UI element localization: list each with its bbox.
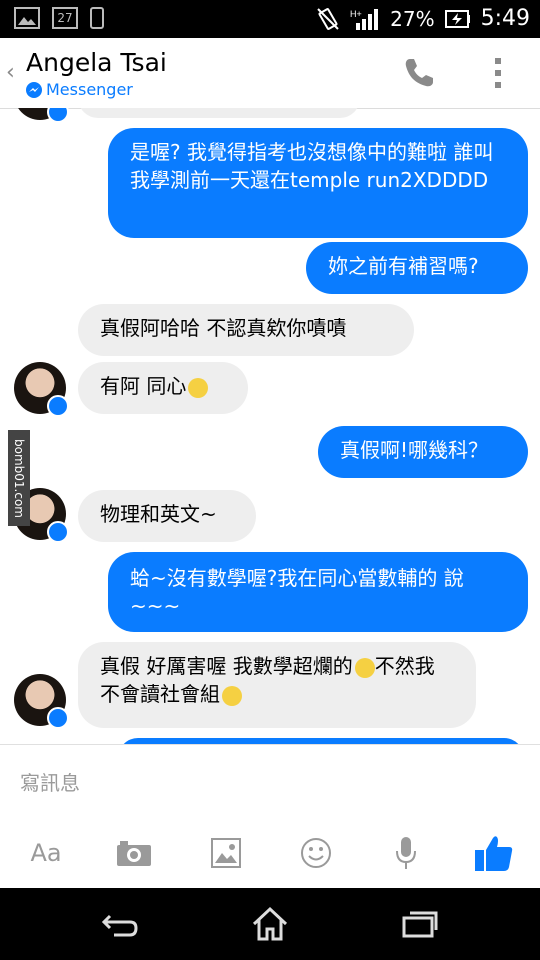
contact-avatar[interactable] <box>14 674 69 729</box>
messenger-label: Messenger <box>26 80 133 99</box>
composer: 寫訊息 Aa <box>0 744 540 889</box>
camera-icon <box>117 841 151 866</box>
status-right: H+ 27% 5:49 <box>316 6 530 31</box>
message-bubble-outgoing[interactable]: 是喔? 我覺得指考也沒想像中的難啦 誰叫我學測前一天還在temple run2X… <box>108 128 528 238</box>
thumbs-up-icon <box>475 836 513 871</box>
message-bubble-outgoing[interactable]: 妳之前有補習嗎? <box>306 242 528 294</box>
microphone-button[interactable] <box>386 833 426 873</box>
clock: 5:49 <box>480 6 530 31</box>
sad-emoji-icon <box>222 685 242 706</box>
composer-toolbar: Aa <box>0 833 540 873</box>
tears-of-joy-emoji-icon <box>354 657 375 678</box>
svg-text:H+: H+ <box>350 9 362 19</box>
status-bar: 27 H+ 27% 5:49 <box>0 0 540 38</box>
photo-notification-icon <box>14 7 40 29</box>
calendar-notification-count: 27 <box>57 11 73 25</box>
gallery-button[interactable] <box>206 833 246 873</box>
message-text: 真假 好厲害喔 我數學超爛的 <box>100 654 353 678</box>
messenger-badge-icon <box>47 707 69 729</box>
site-watermark: bomb01.com <box>8 430 30 526</box>
device-icon <box>90 7 104 29</box>
messenger-badge-icon <box>47 395 69 417</box>
system-nav-bar <box>0 888 540 960</box>
overflow-menu-icon[interactable] <box>492 56 504 90</box>
message-bubble-incoming-partial <box>78 108 360 118</box>
text-format-button[interactable]: Aa <box>26 833 66 873</box>
recents-nav-icon[interactable] <box>402 910 438 938</box>
text-format-label: Aa <box>30 839 62 867</box>
calendar-notification-icon: 27 <box>52 7 78 29</box>
conversation-header: ‹ Angela Tsai Messenger <box>0 38 540 109</box>
battery-charging-icon <box>444 9 470 28</box>
emoji-button[interactable] <box>296 833 336 873</box>
like-button[interactable] <box>472 833 516 873</box>
microphone-icon <box>396 837 416 869</box>
contact-name: Angela Tsai <box>26 48 167 77</box>
message-bubble-outgoing[interactable]: 蛤~沒有數學喔?我在同心當數輔的 說~~~ <box>108 552 528 632</box>
emoji-icon <box>301 838 331 868</box>
signal-icon: H+ <box>350 8 379 30</box>
battery-percent: 27% <box>390 6 435 31</box>
vibrate-icon <box>317 7 339 30</box>
camera-button[interactable] <box>114 833 154 873</box>
phone-icon[interactable] <box>402 56 436 90</box>
contact-avatar[interactable] <box>14 362 69 417</box>
gallery-icon <box>211 838 241 868</box>
message-bubble-incoming[interactable]: 真假 好厲害喔 我數學超爛的 不然我不會讀社會組 <box>78 642 476 728</box>
message-text: 有阿 同心 <box>100 374 187 398</box>
back-chevron-icon[interactable]: ‹ <box>6 60 15 85</box>
back-nav-icon[interactable] <box>100 910 140 938</box>
message-input[interactable]: 寫訊息 <box>20 767 80 796</box>
messenger-badge-icon <box>47 521 69 543</box>
message-bubble-incoming[interactable]: 真假阿哈哈 不認真欸你嘖嘖 <box>78 304 414 356</box>
message-bubble-outgoing[interactable]: 真假啊!哪幾科？ <box>318 426 528 478</box>
status-left: 27 <box>14 7 104 29</box>
home-nav-icon[interactable] <box>250 906 290 942</box>
message-list[interactable]: 是喔? 我覺得指考也沒想像中的難啦 誰叫我學測前一天還在temple run2X… <box>0 108 540 744</box>
contact-avatar[interactable] <box>14 108 69 123</box>
message-bubble-incoming[interactable]: 有阿 同心 <box>78 362 248 414</box>
message-bubble-incoming[interactable]: 物理和英文~ <box>78 490 256 542</box>
messenger-text: Messenger <box>46 80 133 99</box>
grin-emoji-icon <box>188 377 209 398</box>
messenger-badge-icon <box>47 108 69 123</box>
messenger-icon <box>26 81 42 98</box>
